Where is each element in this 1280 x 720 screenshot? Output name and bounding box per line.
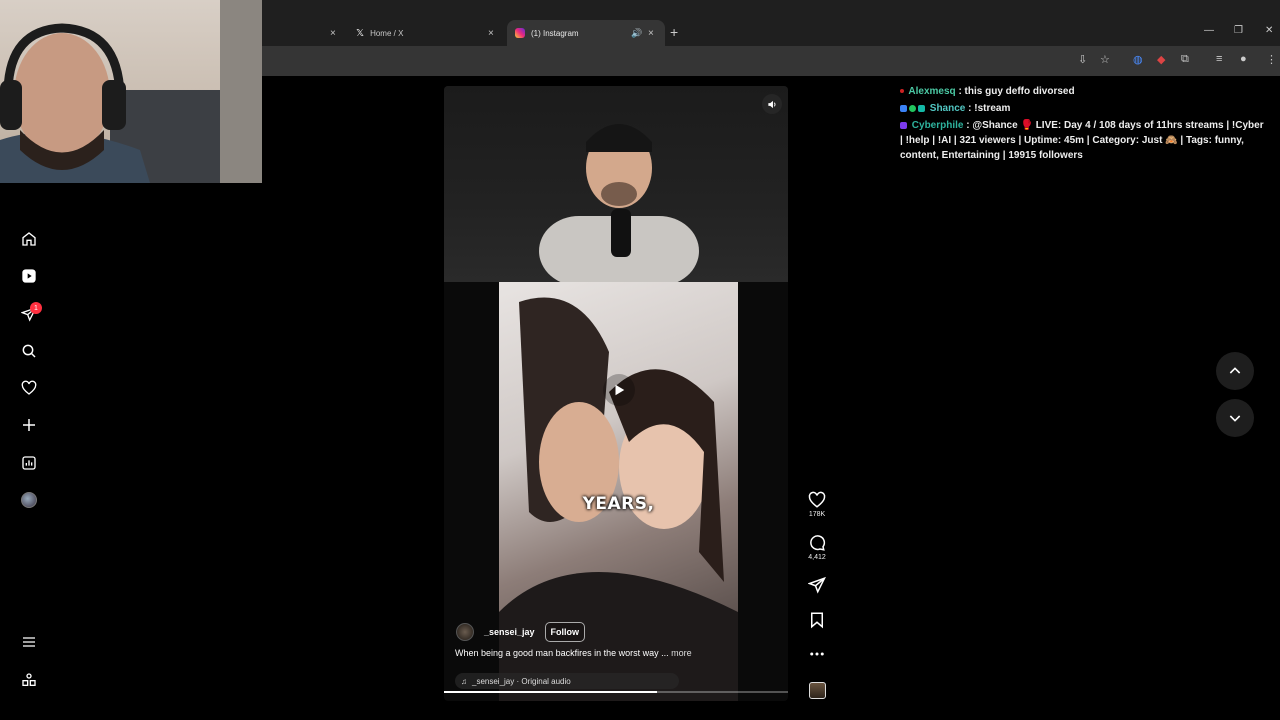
- play-icon[interactable]: [603, 374, 635, 406]
- video-progress-bar[interactable]: [444, 691, 788, 693]
- extension-icon[interactable]: ◆: [1157, 53, 1165, 66]
- previous-reel-button[interactable]: [1216, 352, 1254, 390]
- chat-username: Alexmesq: [908, 86, 956, 97]
- description-text: When being a good man backfires in the w…: [455, 648, 669, 658]
- author-avatar[interactable]: [456, 623, 474, 641]
- audio-label: _sensei_jay · Original audio: [472, 676, 571, 686]
- chat-badge-icon: [900, 121, 907, 129]
- profile-avatar[interactable]: [19, 490, 39, 510]
- video-creator-frame: [444, 86, 788, 282]
- save-button[interactable]: [805, 611, 829, 629]
- close-window-button[interactable]: ✕: [1265, 25, 1273, 36]
- minimize-button[interactable]: —: [1204, 25, 1214, 36]
- reels-icon[interactable]: [19, 266, 39, 286]
- extension-audio-icon[interactable]: ◍: [1133, 53, 1143, 66]
- chat-badge-icon: [900, 104, 907, 112]
- more-link[interactable]: more: [671, 648, 692, 658]
- chat-badge-icon: [909, 104, 916, 112]
- install-app-icon[interactable]: ⇩: [1078, 53, 1087, 66]
- comment-bubble-icon: [810, 535, 826, 551]
- reel-video[interactable]: YEARS, _sensei_jay Follow When being a g…: [444, 86, 788, 701]
- music-note-icon: ♫: [461, 676, 467, 686]
- notification-badge: 1: [30, 302, 42, 314]
- chat-message: Cyberphile : @Shance 🥊 LIVE: Day 4 / 108…: [900, 118, 1265, 163]
- restore-button[interactable]: ❐: [1234, 25, 1243, 36]
- profile-icon[interactable]: ●: [1240, 53, 1247, 65]
- comment-count: 4,412: [808, 554, 826, 561]
- chat-username: Shance: [929, 103, 966, 114]
- chat-badge-icon: [918, 104, 925, 112]
- share-send-icon: [808, 576, 826, 594]
- chat-username: Cyberphile: [911, 120, 964, 131]
- tab-instagram[interactable]: (1) Instagram 🔊 ×: [507, 20, 665, 46]
- chat-text: : !stream: [968, 103, 1011, 114]
- more-options-button[interactable]: [805, 645, 829, 663]
- share-button[interactable]: [805, 576, 829, 594]
- progress-fill: [444, 691, 658, 693]
- home-icon[interactable]: [19, 229, 39, 249]
- browser-menu-icon[interactable]: ⋮: [1266, 53, 1277, 66]
- author-username[interactable]: _sensei_jay: [484, 627, 535, 637]
- audio-thumbnail[interactable]: [809, 682, 826, 699]
- reading-list-icon[interactable]: ≡: [1216, 53, 1222, 65]
- audio-attribution[interactable]: ♫ _sensei_jay · Original audio: [455, 673, 679, 689]
- chevron-down-icon: [1229, 415, 1241, 422]
- create-plus-icon[interactable]: [19, 415, 39, 435]
- reel-description: When being a good man backfires in the w…: [455, 648, 692, 658]
- streamer-webcam: [0, 0, 262, 183]
- notifications-heart-icon[interactable]: [19, 378, 39, 398]
- chat-badge-icon: [900, 89, 904, 94]
- new-tab-button[interactable]: +: [670, 24, 678, 40]
- chat-message: Shance : !stream: [900, 101, 1265, 116]
- like-button[interactable]: 178K: [805, 491, 829, 518]
- follow-button[interactable]: Follow: [544, 622, 586, 642]
- bookmark-star-icon[interactable]: ☆: [1100, 53, 1110, 66]
- creator-figure: [539, 124, 699, 282]
- instagram-favicon-icon: [515, 28, 525, 38]
- tab-x[interactable]: 𝕏 Home / X ×: [348, 20, 506, 46]
- bookmark-icon: [811, 612, 823, 629]
- extensions-puzzle-icon[interactable]: ⧉: [1181, 53, 1189, 66]
- chevron-up-icon: [1229, 367, 1241, 374]
- tab-close-icon[interactable]: ×: [488, 28, 494, 39]
- tab-label: Home / X: [370, 28, 404, 38]
- also-from-meta-icon[interactable]: [19, 670, 39, 690]
- x-logo-icon: 𝕏: [356, 27, 365, 39]
- volume-icon[interactable]: [762, 94, 782, 114]
- dashboard-icon[interactable]: [19, 453, 39, 473]
- ellipsis-icon: [810, 652, 824, 656]
- search-icon[interactable]: [19, 341, 39, 361]
- tab-close-icon[interactable]: ×: [330, 28, 336, 39]
- reel-author: _sensei_jay Follow: [456, 622, 586, 642]
- tab-previous[interactable]: ×: [262, 20, 348, 46]
- audio-playing-icon[interactable]: 🔊: [631, 28, 642, 39]
- chat-text: : this guy deffo divorsed: [958, 86, 1075, 97]
- tab-close-icon[interactable]: ×: [648, 28, 654, 39]
- chat-message: Alexmesq : this guy deffo divorsed: [900, 84, 1265, 99]
- more-menu-icon[interactable]: [19, 632, 39, 652]
- video-caption-word: YEARS,: [582, 494, 655, 514]
- like-heart-icon: [808, 491, 826, 508]
- like-count: 178K: [808, 511, 826, 518]
- tab-label: (1) Instagram: [531, 28, 579, 38]
- next-reel-button[interactable]: [1216, 399, 1254, 437]
- stream-chat-overlay: Alexmesq : this guy deffo divorsed Shanc…: [900, 84, 1265, 165]
- comment-button[interactable]: 4,412: [805, 534, 829, 561]
